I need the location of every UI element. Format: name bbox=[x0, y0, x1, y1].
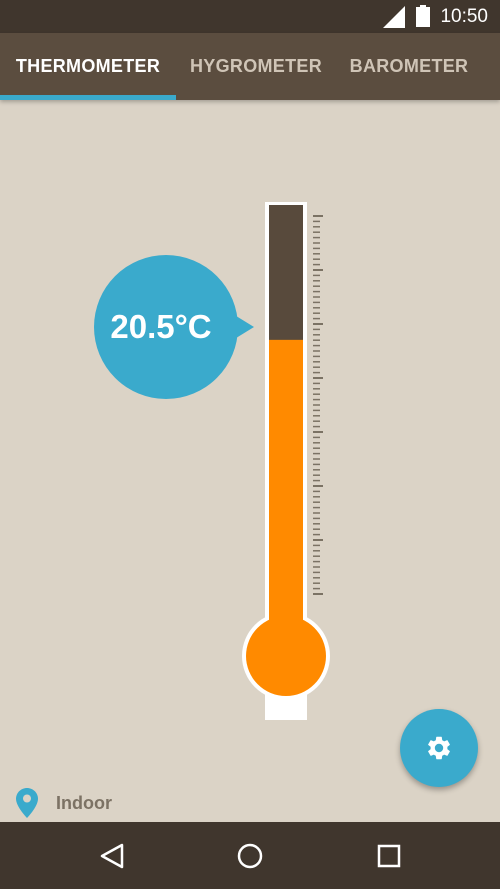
location-pin-icon bbox=[16, 788, 38, 818]
bubble-pointer bbox=[228, 311, 254, 343]
status-bar: 10:50 bbox=[0, 0, 500, 33]
navigation-bar bbox=[0, 822, 500, 889]
thermometer-scale bbox=[313, 215, 323, 595]
thermometer-bulb bbox=[246, 616, 326, 696]
thermometer-gauge bbox=[242, 202, 330, 720]
cell-signal-icon bbox=[383, 6, 405, 28]
home-circle-icon[interactable] bbox=[234, 840, 266, 872]
back-triangle-icon[interactable] bbox=[96, 840, 128, 872]
temperature-value: 20.5°C bbox=[110, 308, 212, 345]
location-label: Indoor bbox=[56, 793, 112, 813]
settings-button[interactable] bbox=[400, 709, 478, 787]
status-time: 10:50 bbox=[440, 6, 488, 27]
gear-icon bbox=[428, 736, 450, 760]
recents-square-icon[interactable] bbox=[373, 840, 405, 872]
tab-hygrometer[interactable]: HYGROMETER bbox=[176, 33, 336, 100]
tab-thermometer[interactable]: THERMOMETER bbox=[0, 33, 176, 100]
thermometer-mercury bbox=[269, 339, 303, 652]
battery-icon bbox=[416, 5, 430, 27]
tab-bar: THERMOMETER HYGROMETER BAROMETER bbox=[0, 33, 500, 100]
tab-barometer[interactable]: BAROMETER bbox=[336, 33, 482, 100]
